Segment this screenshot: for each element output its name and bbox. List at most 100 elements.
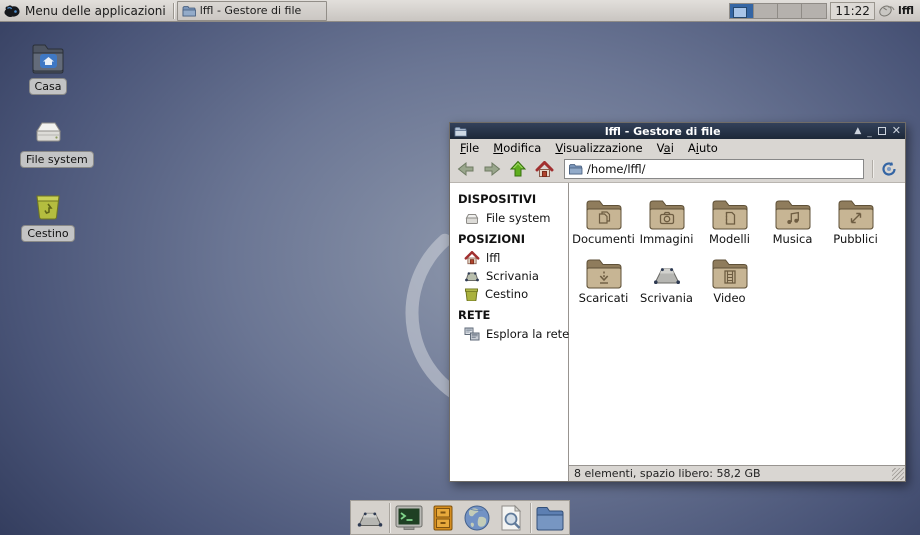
maximize-button[interactable] — [878, 127, 886, 135]
statusbar-text: 8 elementi, spazio libero: 58,2 GB — [574, 467, 761, 480]
menu-go[interactable]: Vai — [650, 140, 681, 156]
file-manager-launcher[interactable] — [426, 502, 460, 534]
folder-launcher[interactable] — [533, 502, 567, 534]
window-folder-icon — [454, 126, 467, 137]
path-folder-icon — [568, 163, 583, 175]
search-launcher[interactable] — [494, 502, 528, 534]
file-manager-window: lffl - Gestore di file ▲ _ ✕ File Modifi… — [449, 122, 906, 482]
up-icon — [509, 160, 527, 178]
show-desktop-button[interactable] — [353, 502, 387, 534]
menu-file[interactable]: File — [453, 140, 486, 156]
home-icon — [535, 161, 554, 178]
shade-button[interactable]: ▲ — [854, 126, 861, 136]
folder-downloads-icon — [584, 255, 624, 289]
sidebar-item-network[interactable]: Esplora la rete — [450, 325, 571, 343]
window-title: lffl - Gestore di file — [471, 125, 854, 138]
panel-clock[interactable]: 11:22 — [830, 2, 875, 20]
web-browser-launcher[interactable] — [460, 502, 494, 534]
sidebar-item-trash[interactable]: Cestino — [450, 285, 571, 303]
workspace-4[interactable] — [802, 4, 826, 18]
workspace-3[interactable] — [778, 4, 802, 18]
statusbar: 8 elementi, spazio libero: 58,2 GB — [569, 465, 905, 481]
sidebar-item-home[interactable]: lffl — [450, 249, 571, 267]
folder-videos-icon — [710, 255, 750, 289]
applications-menu-label: Menu delle applicazioni — [25, 4, 166, 18]
side-pane: DISPOSITIVI File system POSIZIONI lf — [450, 183, 569, 481]
toolbar-separator — [872, 160, 873, 178]
menu-help[interactable]: Aiuto — [681, 140, 725, 156]
window-titlebar[interactable]: lffl - Gestore di file ▲ _ ✕ — [450, 123, 905, 139]
mouse-device-icon[interactable] — [878, 3, 895, 18]
desktop-icon — [647, 255, 687, 289]
dock-separator — [389, 503, 390, 533]
path-bar[interactable] — [564, 159, 864, 179]
forward-button[interactable] — [480, 158, 504, 180]
globe-icon — [463, 504, 491, 532]
desktop-icon-home[interactable]: Casa — [20, 40, 76, 95]
file-item-musica[interactable]: Musica — [762, 188, 823, 246]
document-search-icon — [498, 504, 524, 532]
reload-icon — [881, 161, 897, 177]
sidebar-header-devices: DISPOSITIVI — [450, 187, 571, 209]
up-button[interactable] — [506, 158, 530, 180]
close-button[interactable]: ✕ — [892, 126, 901, 136]
desktop-icon-filesystem[interactable]: File system — [20, 113, 76, 168]
desktop-icon-label: Cestino — [21, 225, 74, 242]
desktop-icon — [464, 270, 480, 283]
terminal-launcher[interactable] — [392, 502, 426, 534]
terminal-icon — [394, 504, 424, 531]
applications-menu-button[interactable]: Menu delle applicazioni — [0, 0, 172, 21]
desktop-icon-trash[interactable]: Cestino — [20, 187, 76, 242]
menubar: File Modifica Visualizzazione Vai Aiuto — [450, 139, 905, 156]
file-item-pubblici[interactable]: Pubblici — [825, 188, 886, 246]
home-folder-icon — [30, 42, 66, 74]
harddrive-icon — [464, 212, 480, 225]
menu-view[interactable]: Visualizzazione — [548, 140, 649, 156]
xfce-mouse-icon — [3, 3, 21, 19]
file-item-scrivania[interactable]: Scrivania — [636, 247, 697, 305]
harddrive-icon — [30, 117, 66, 147]
taskbar-folder-icon — [182, 5, 196, 17]
toolbar — [450, 156, 905, 183]
file-view: Documenti Immagini — [569, 183, 905, 465]
path-input[interactable] — [587, 162, 860, 176]
taskbar-window-button[interactable]: lffl - Gestore di file — [177, 1, 327, 21]
panel-username[interactable]: lffl — [898, 4, 916, 17]
folder-documents-icon — [584, 196, 624, 230]
sidebar-header-places: POSIZIONI — [450, 227, 571, 249]
trash-icon — [31, 189, 65, 221]
show-desktop-icon — [355, 506, 385, 530]
top-panel: Menu delle applicazioni lffl - Gestore d… — [0, 0, 920, 22]
menu-edit[interactable]: Modifica — [486, 140, 548, 156]
minimize-button[interactable]: _ — [867, 128, 872, 138]
folder-pictures-icon — [647, 196, 687, 230]
resize-grip[interactable] — [892, 468, 904, 480]
home-icon — [464, 251, 480, 265]
sidebar-header-network: RETE — [450, 303, 571, 325]
home-button[interactable] — [532, 158, 556, 180]
taskbar-window-label: lffl - Gestore di file — [200, 4, 302, 17]
folder-public-icon — [836, 196, 876, 230]
back-button[interactable] — [454, 158, 478, 180]
folder-icon — [535, 505, 565, 531]
workspace-2[interactable] — [754, 4, 778, 18]
desktop-icon-label: File system — [20, 151, 94, 168]
workspace-1[interactable] — [730, 4, 754, 18]
sidebar-item-desktop[interactable]: Scrivania — [450, 267, 571, 285]
file-cabinet-icon — [431, 504, 455, 532]
file-item-video[interactable]: Video — [699, 247, 760, 305]
file-item-immagini[interactable]: Immagini — [636, 188, 697, 246]
reload-button[interactable] — [877, 158, 901, 180]
panel-separator — [173, 3, 174, 19]
sidebar-item-filesystem[interactable]: File system — [450, 209, 571, 227]
folder-music-icon — [773, 196, 813, 230]
workspace-switcher[interactable] — [729, 3, 827, 19]
desktop-icon-label: Casa — [29, 78, 68, 95]
launcher-dock — [350, 500, 570, 535]
file-item-documenti[interactable]: Documenti — [573, 188, 634, 246]
dock-separator — [530, 503, 531, 533]
forward-icon — [483, 161, 501, 177]
file-item-modelli[interactable]: Modelli — [699, 188, 760, 246]
file-item-scaricati[interactable]: Scaricati — [573, 247, 634, 305]
folder-templates-icon — [710, 196, 750, 230]
